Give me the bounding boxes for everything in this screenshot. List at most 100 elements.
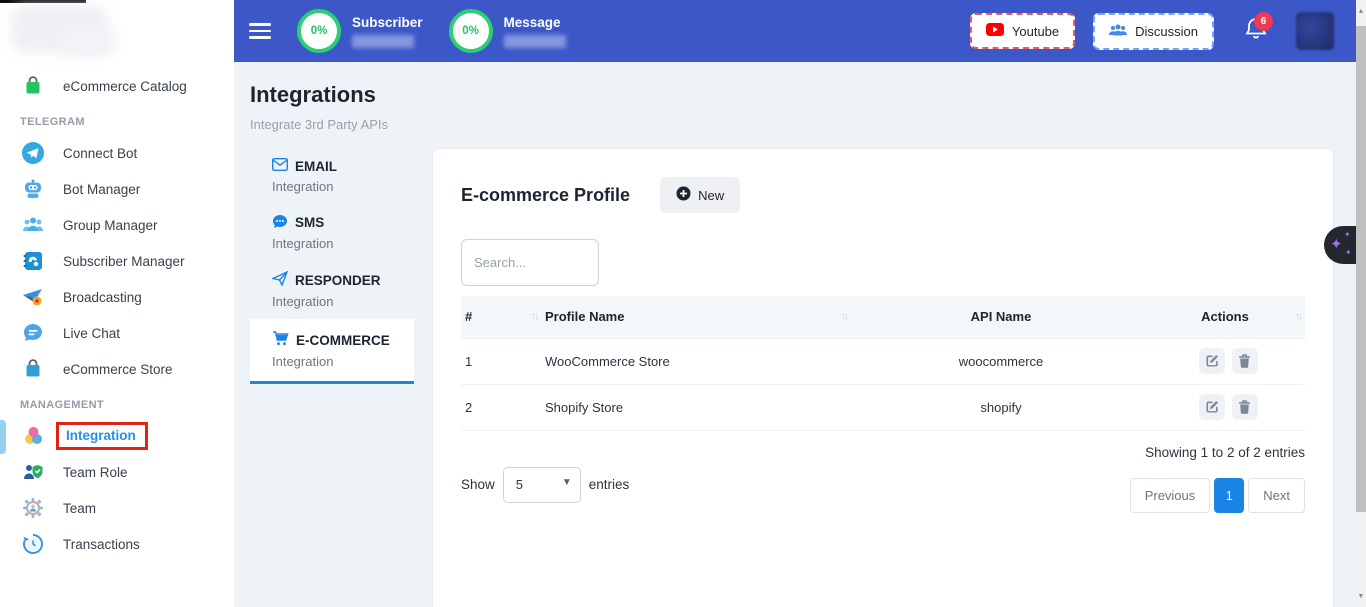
column-header-number[interactable]: #↑↓ [461, 296, 541, 338]
group-people-icon [20, 212, 46, 238]
column-header-actions[interactable]: Actions↑↓ [1151, 296, 1305, 338]
sidebar-item-label: Connect Bot [63, 146, 137, 161]
page-title: Integrations [250, 82, 1356, 108]
sidebar: eCommerce Catalog TELEGRAM Connect Bot B… [0, 0, 234, 607]
message-progress-ring: 0% [449, 9, 493, 53]
sort-icon[interactable]: ↑↓ [1295, 311, 1301, 322]
page-size-select[interactable]: 5 [503, 467, 581, 503]
column-header-api-name[interactable]: API Name [851, 296, 1151, 338]
sidebar-menu: eCommerce Catalog TELEGRAM Connect Bot B… [0, 68, 234, 562]
cart-icon [272, 331, 289, 349]
sidebar-section-management: MANAGEMENT [20, 399, 234, 411]
profile-name-cell: WooCommerce Store [541, 338, 851, 384]
integration-circles-icon [20, 423, 46, 449]
responder-plane-icon [272, 271, 288, 289]
api-name-cell: woocommerce [851, 338, 1151, 384]
search-input[interactable] [461, 239, 599, 286]
subnav-item-responder[interactable]: RESPONDER Integration [250, 261, 414, 319]
chat-bubble-icon [20, 320, 46, 346]
edit-button[interactable] [1199, 348, 1225, 374]
active-item-indicator [0, 420, 6, 454]
scroll-down-arrow-icon[interactable]: ▼ [1356, 589, 1366, 603]
shield-person-icon [20, 459, 46, 485]
subscriber-progress-ring: 0% [297, 9, 341, 53]
sparkle-icon: ✦ [1344, 230, 1351, 239]
app-logo-blur [58, 26, 116, 56]
ecommerce-profile-panel: E-commerce Profile New #↑↓ Profil [432, 148, 1334, 607]
sparkle-icon: ✦ [1345, 248, 1352, 257]
column-header-profile-name[interactable]: Profile Name↑↓ [541, 296, 851, 338]
telegram-plane-icon [20, 140, 46, 166]
sort-icon[interactable]: ↑↓ [531, 311, 537, 322]
sort-icon[interactable]: ↑↓ [841, 311, 847, 322]
sparkle-icon: ✦ [1330, 235, 1343, 253]
delete-button[interactable] [1232, 348, 1258, 374]
edit-button[interactable] [1199, 394, 1225, 420]
subnav-item-ecommerce[interactable]: E-COMMERCE Integration [250, 319, 414, 384]
sidebar-item-integration[interactable]: Integration [0, 418, 234, 454]
showing-entries-text: Showing 1 to 2 of 2 entries [1145, 445, 1305, 460]
subscriber-stat-value-redacted [352, 35, 414, 48]
sidebar-item-label: Live Chat [63, 326, 120, 341]
subnav-item-sms[interactable]: SMS Integration [250, 204, 414, 261]
api-name-cell: shopify [851, 384, 1151, 430]
discussion-group-icon [1109, 23, 1127, 40]
logo-redaction-line [0, 0, 86, 3]
history-clock-icon [20, 531, 46, 557]
notification-bell-icon[interactable]: 6 [1244, 16, 1268, 47]
row-number: 1 [461, 338, 541, 384]
sidebar-item-label: Integration [66, 428, 136, 443]
robot-icon [20, 176, 46, 202]
sidebar-item-group-manager[interactable]: Group Manager [0, 207, 234, 243]
delete-button[interactable] [1232, 394, 1258, 420]
plus-circle-icon [676, 186, 691, 204]
main-content: Integrations Integrate 3rd Party APIs EM… [234, 62, 1356, 607]
shopping-bag-green-icon [20, 73, 46, 99]
sidebar-item-ecommerce-store[interactable]: eCommerce Store [0, 351, 234, 387]
shopping-bag-blue-icon [20, 356, 46, 382]
sidebar-item-live-chat[interactable]: Live Chat [0, 315, 234, 351]
gear-person-icon [20, 495, 46, 521]
new-profile-button[interactable]: New [660, 177, 740, 213]
annotation-highlight-box: Integration [56, 422, 148, 450]
sidebar-item-ecommerce-catalog[interactable]: eCommerce Catalog [0, 68, 234, 104]
sidebar-item-team-role[interactable]: Team Role [0, 454, 234, 490]
scrollbar-thumb[interactable] [1356, 26, 1366, 512]
pagination: Previous 1 Next [1130, 478, 1305, 513]
sidebar-item-label: Bot Manager [63, 182, 140, 197]
sidebar-item-transactions[interactable]: Transactions [0, 526, 234, 562]
sidebar-item-label: Transactions [63, 537, 140, 552]
sidebar-item-team[interactable]: Team [0, 490, 234, 526]
scroll-up-arrow-icon[interactable]: ▲ [1356, 4, 1366, 18]
show-label: Show [461, 477, 495, 492]
sidebar-item-connect-bot[interactable]: Connect Bot [0, 135, 234, 171]
subnav-item-email[interactable]: EMAIL Integration [250, 148, 414, 204]
page-size-control: Show 5 ▼ entries [461, 457, 629, 513]
sidebar-item-broadcasting[interactable]: Broadcasting [0, 279, 234, 315]
profiles-table: #↑↓ Profile Name↑↓ API Name Actions↑↓ 1 … [461, 296, 1305, 431]
contact-book-icon [20, 248, 46, 274]
page-subtitle: Integrate 3rd Party APIs [250, 117, 1356, 132]
sidebar-item-bot-manager[interactable]: Bot Manager [0, 171, 234, 207]
scrollbar[interactable]: ▲ ▼ [1356, 0, 1366, 607]
previous-page-button[interactable]: Previous [1130, 478, 1211, 513]
current-page-button[interactable]: 1 [1214, 478, 1244, 513]
next-page-button[interactable]: Next [1248, 478, 1305, 513]
topbar: 0% Subscriber 0% Message Youtube [234, 0, 1356, 62]
topbar-actions: Youtube Discussion 6 [970, 12, 1356, 50]
hamburger-menu-icon[interactable] [249, 19, 271, 43]
sidebar-item-subscriber-manager[interactable]: Subscriber Manager [0, 243, 234, 279]
message-stat-label: Message [504, 15, 566, 30]
table-row: 1 WooCommerce Store woocommerce [461, 338, 1305, 384]
table-row: 2 Shopify Store shopify [461, 384, 1305, 430]
sidebar-item-label: Group Manager [63, 218, 158, 233]
profile-name-cell: Shopify Store [541, 384, 851, 430]
broadcast-plane-icon [20, 284, 46, 310]
discussion-button[interactable]: Discussion [1093, 13, 1214, 50]
youtube-button[interactable]: Youtube [970, 13, 1075, 49]
message-stat-value-redacted [504, 35, 566, 48]
ai-assistant-button[interactable]: ✦ ✦ ✦ [1324, 226, 1356, 264]
subscriber-stat: 0% Subscriber [297, 9, 423, 53]
email-icon [272, 158, 288, 174]
avatar[interactable] [1296, 12, 1334, 50]
